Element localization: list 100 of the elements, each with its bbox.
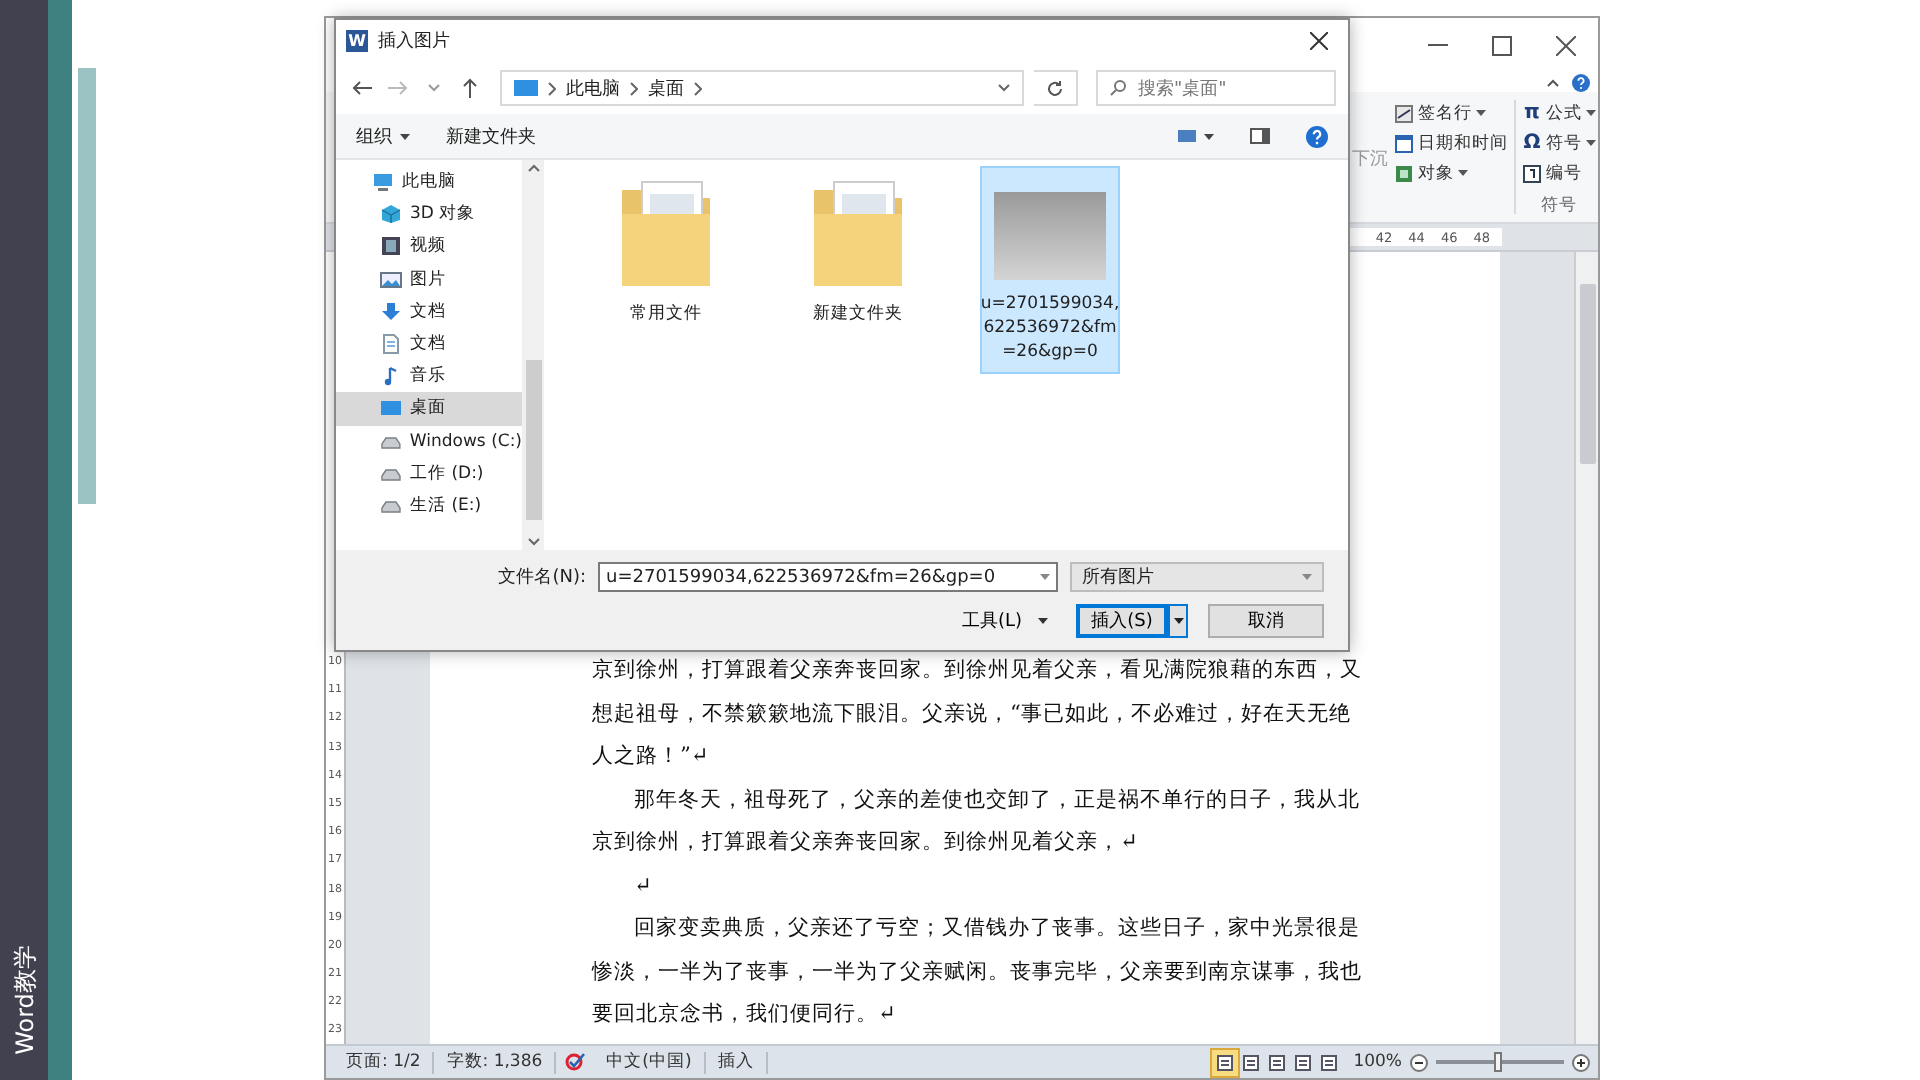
file-item[interactable]: u=2701599034, 622536972&fm =26&gp=0: [980, 166, 1120, 374]
ribbon-button[interactable]: π 公式: [1522, 100, 1596, 126]
refresh-button[interactable]: [1034, 70, 1078, 106]
drive-icon: [380, 495, 402, 516]
split-dropdown-button[interactable]: [1168, 604, 1188, 638]
symbol-glyph: Ω: [1522, 133, 1542, 153]
file-item[interactable]: 常用文件: [596, 166, 736, 334]
minimize-icon: [1428, 44, 1448, 46]
nav-tree-item[interactable]: Windows (C:): [336, 425, 522, 458]
insert-mode-label[interactable]: 插入: [705, 1051, 768, 1073]
new-folder-button[interactable]: 新建文件夹: [446, 123, 536, 149]
maximize-icon: [1492, 35, 1512, 55]
view-mode-button[interactable]: [1289, 1049, 1316, 1075]
help-icon[interactable]: [1306, 125, 1328, 147]
caret-icon: [1040, 574, 1050, 580]
dialog-title: 插入图片: [378, 29, 452, 54]
vertical-scrollbar[interactable]: [1574, 252, 1598, 1044]
view-mode-button[interactable]: [1263, 1049, 1290, 1075]
photo-placeholder: [994, 192, 1106, 280]
close-icon: [1309, 32, 1327, 50]
nav-tree-item[interactable]: 文档: [336, 295, 522, 328]
zoom-percent[interactable]: 100%: [1353, 1052, 1402, 1072]
document-paragraph: 回家变卖典质，父亲还了亏空；又借钱办了丧事。这些日子，家中光景很是 惨淡，一半为了丧事，一半为了父亲赋闲。丧事完毕，父亲要到南京谋事，我也 要回北京念书，我们便同行。↵: [592, 914, 1364, 1030]
close-icon: [1556, 35, 1576, 55]
document-paragraph: 京到徐州，打算跟着父亲奔丧回家。到徐州见着父亲，看见满院狼藉的东西，又 想起祖母，不禁簌簌地流下眼泪。父亲说，“事已如此，不必难过，好在天无绝 人之路！”↵: [592, 656, 1364, 772]
search-icon: [1110, 80, 1126, 96]
organize-menu[interactable]: 组织: [356, 123, 410, 149]
page-view-icon: [1241, 1053, 1260, 1071]
nav-tree-item[interactable]: 视频: [336, 230, 522, 264]
ribbon-label: 下沉: [1352, 147, 1388, 172]
nav-tree-item[interactable]: 桌面: [336, 392, 522, 425]
symbol-glyph: π: [1522, 103, 1542, 123]
computer-icon: [514, 79, 538, 97]
view-mode-button[interactable]: [1211, 1049, 1238, 1075]
word-app-icon: W: [346, 30, 368, 52]
dropdown-icon[interactable]: [998, 84, 1010, 92]
zoom-in-icon[interactable]: [1572, 1053, 1590, 1071]
desktop-icon: [380, 398, 402, 419]
caret-icon: [1173, 618, 1183, 624]
breadcrumb-item[interactable]: 此电脑: [566, 75, 620, 101]
preview-pane-icon[interactable]: [1250, 128, 1270, 144]
page-view-icon: [1215, 1053, 1234, 1071]
file-type-dropdown[interactable]: 所有图片: [1070, 562, 1324, 592]
ribbon-button[interactable]: 编号: [1522, 160, 1596, 186]
caret-icon: [400, 133, 410, 139]
spellcheck-icon[interactable]: [564, 1052, 587, 1072]
refresh-icon: [1046, 79, 1064, 97]
file-item[interactable]: 新建文件夹: [788, 166, 928, 334]
page-count: 页面: 1/2: [334, 1051, 435, 1073]
filename-label: 文件名(N):: [498, 565, 586, 590]
nav-tree-item[interactable]: 此电脑: [336, 166, 522, 199]
chevron-icon: [548, 81, 556, 95]
ribbon-button[interactable]: Ω 符号: [1522, 130, 1596, 156]
drive-icon: [380, 463, 402, 484]
caret-icon: [1302, 574, 1312, 580]
collapse-ribbon-icon[interactable]: [1546, 77, 1560, 87]
forward-arrow-icon: [387, 80, 407, 96]
language-label[interactable]: 中文(中国): [594, 1051, 706, 1073]
page-view-icon: [1319, 1053, 1338, 1071]
slide-side-title: Word教学: [10, 945, 38, 1055]
insert-button[interactable]: 插入(S): [1076, 604, 1168, 638]
up-arrow-icon: [461, 78, 477, 98]
scroll-up-icon[interactable]: [527, 164, 539, 172]
ribbon-button[interactable]: 签名行: [1394, 100, 1508, 126]
cube-icon: [380, 204, 402, 225]
chevron-icon: [694, 81, 702, 95]
computer-icon: [372, 172, 394, 193]
back-arrow-icon: [351, 80, 371, 96]
scroll-down-icon[interactable]: [527, 538, 539, 546]
nav-tree-item[interactable]: 3D 对象: [336, 198, 522, 231]
number-box-icon: [1522, 163, 1542, 183]
signature-icon: [1394, 103, 1414, 123]
breadcrumb-item[interactable]: 桌面: [648, 75, 684, 101]
address-bar[interactable]: 此电脑 桌面: [500, 70, 1024, 106]
search-field[interactable]: 搜索"桌面": [1096, 70, 1336, 106]
cancel-button[interactable]: 取消: [1208, 604, 1324, 638]
nav-tree-item[interactable]: 图片: [336, 263, 522, 296]
ribbon-button[interactable]: 对象: [1394, 160, 1508, 186]
filename-field[interactable]: u=2701599034,622536972&fm=26&gp=0: [598, 562, 1058, 592]
ribbon-group-label: 符号: [1541, 194, 1577, 218]
word-count: 字数: 1,386: [434, 1051, 557, 1073]
nav-tree-item[interactable]: 生活 (E:): [336, 489, 522, 523]
view-options-icon[interactable]: [1178, 128, 1214, 144]
document-paragraph: 那年冬天，祖母死了，父亲的差使也交卸了，正是祸不单行的日子，我从北 京到徐州，打算跟着父亲奔丧回家。到徐州见着父亲，↵: [592, 785, 1362, 858]
scrollbar[interactable]: [522, 160, 544, 550]
tools-menu[interactable]: 工具(L): [961, 604, 1048, 638]
caret-icon: [1038, 618, 1048, 624]
document-icon: [380, 334, 402, 355]
chevron-icon: [630, 81, 638, 95]
music-note-icon: [380, 366, 402, 387]
view-mode-button[interactable]: [1237, 1049, 1264, 1075]
view-mode-button[interactable]: [1315, 1049, 1342, 1075]
zoom-slider-thumb[interactable]: [1494, 1052, 1502, 1072]
drive-icon: [380, 431, 402, 452]
nav-tree-item[interactable]: 音乐: [336, 360, 522, 393]
help-icon[interactable]: [1572, 73, 1590, 91]
nav-tree-item[interactable]: 工作 (D:): [336, 457, 522, 490]
ribbon-button[interactable]: 日期和时间: [1394, 130, 1508, 156]
nav-tree-item[interactable]: 文档: [336, 327, 522, 361]
zoom-out-icon[interactable]: [1410, 1053, 1428, 1071]
